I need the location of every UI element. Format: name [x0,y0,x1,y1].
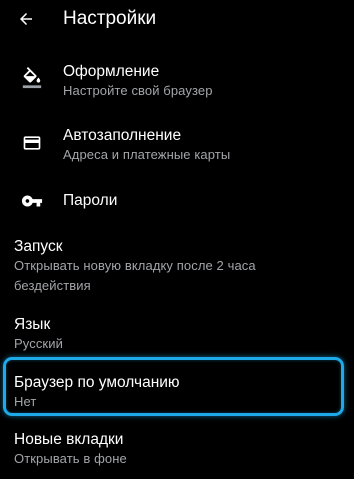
settings-item-appearance[interactable]: Оформление Настройте свой браузер [0,58,354,104]
back-button[interactable] [12,5,40,33]
item-subtitle: Адреса и платежные карты [63,147,231,162]
page-title: Настройки [63,8,157,29]
item-subtitle: Русский [14,336,63,351]
settings-item-autofill[interactable]: Автозаполнение Адреса и платежные карты [0,121,354,167]
key-icon [20,189,44,213]
item-subtitle: Нет [14,394,37,409]
item-title: Автозаполнение [63,127,182,144]
credit-card-icon [20,131,44,155]
item-title: Оформление [63,63,160,80]
item-title: Язык [14,316,51,333]
item-subtitle: Открывать в фоне [14,451,127,466]
settings-item-default-browser[interactable]: Браузер по умолчанию Нет [0,371,354,413]
arrow-back-icon [20,13,32,25]
item-title: Браузер по умолчанию [14,374,180,391]
item-title: Новые вкладки [14,431,124,448]
settings-item-passwords[interactable]: Пароли [0,185,354,217]
paint-bucket-icon [20,66,44,90]
app-bar: Настройки [0,0,354,40]
item-title: Пароли [63,192,118,209]
settings-item-language[interactable]: Язык Русский [0,314,354,356]
item-title: Запуск [14,238,63,255]
item-subtitle-line2: бездействия [14,278,91,293]
settings-item-startup[interactable]: Запуск Открывать новую вкладку после 2 ч… [0,236,354,296]
item-subtitle-line1: Открывать новую вкладку после 2 часа [14,258,256,273]
item-subtitle: Настройте свой браузер [63,83,213,98]
settings-item-new-tabs[interactable]: Новые вкладки Открывать в фоне [0,428,354,472]
